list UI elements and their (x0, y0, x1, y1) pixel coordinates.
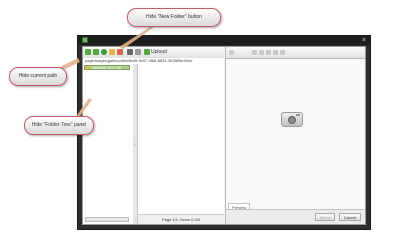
view-toggle-icon[interactable] (127, 49, 133, 55)
dialog-body: Upload pageimages/gallery/a5d9fcd5-9c57-… (82, 46, 366, 225)
preview-folder-icon[interactable] (229, 50, 234, 55)
camera-icon (281, 112, 303, 127)
file-browser-dialog: × Upload pageimages/gallery/a5d9fcd5-9c5… (77, 35, 371, 230)
title-bar[interactable]: × (78, 36, 370, 45)
tree-item-label: a5d9fcd5-9c57-4f6 (92, 66, 122, 70)
folder-tree-panel: a5d9fcd5-9c57-4f6 (83, 64, 134, 224)
folder-icon (86, 66, 90, 69)
preview-toolbar (226, 47, 365, 59)
preview-rotate-icon[interactable] (259, 50, 264, 55)
view-grid-icon[interactable] (135, 49, 141, 55)
pagination-status: Page 1/1, Items 0-0/0 (162, 217, 201, 222)
callout-current-path: Hide current path (9, 67, 67, 86)
preview-info-icon[interactable] (280, 50, 285, 55)
select-button[interactable]: Select (315, 213, 335, 221)
forward-icon[interactable] (93, 49, 99, 55)
app-icon (82, 37, 88, 43)
back-icon[interactable] (85, 49, 91, 55)
tree-item-selected[interactable]: a5d9fcd5-9c57-4f6 (84, 65, 130, 70)
file-list-footer: Page 1/1, Items 0-0/0 (138, 214, 224, 224)
preview-zoom-icon[interactable] (266, 50, 271, 55)
callout-new-folder: Hide "New Folder" button (127, 8, 221, 27)
close-icon[interactable]: × (362, 36, 366, 45)
preview-area (226, 59, 365, 210)
refresh-icon[interactable] (101, 49, 107, 55)
preview-settings-icon[interactable] (273, 50, 278, 55)
file-list-panel: Page 1/1, Items 0-0/0 (138, 64, 224, 224)
cancel-button[interactable]: Cancel (339, 213, 361, 221)
dialog-footer: Select Cancel (226, 209, 365, 224)
camera-lens (288, 116, 296, 124)
new-folder-icon[interactable] (109, 49, 115, 55)
splitter-grip-icon[interactable]: ‹ (134, 142, 136, 148)
camera-flash (296, 114, 300, 116)
upload-button[interactable]: Upload (151, 48, 167, 56)
delete-icon[interactable] (117, 49, 123, 55)
callout-folder-tree: Hide "Folder Tree" panel (24, 116, 94, 135)
tree-horizontal-scrollbar[interactable] (85, 217, 129, 222)
preview-edit-icon[interactable] (252, 50, 257, 55)
upload-icon[interactable] (144, 49, 150, 55)
